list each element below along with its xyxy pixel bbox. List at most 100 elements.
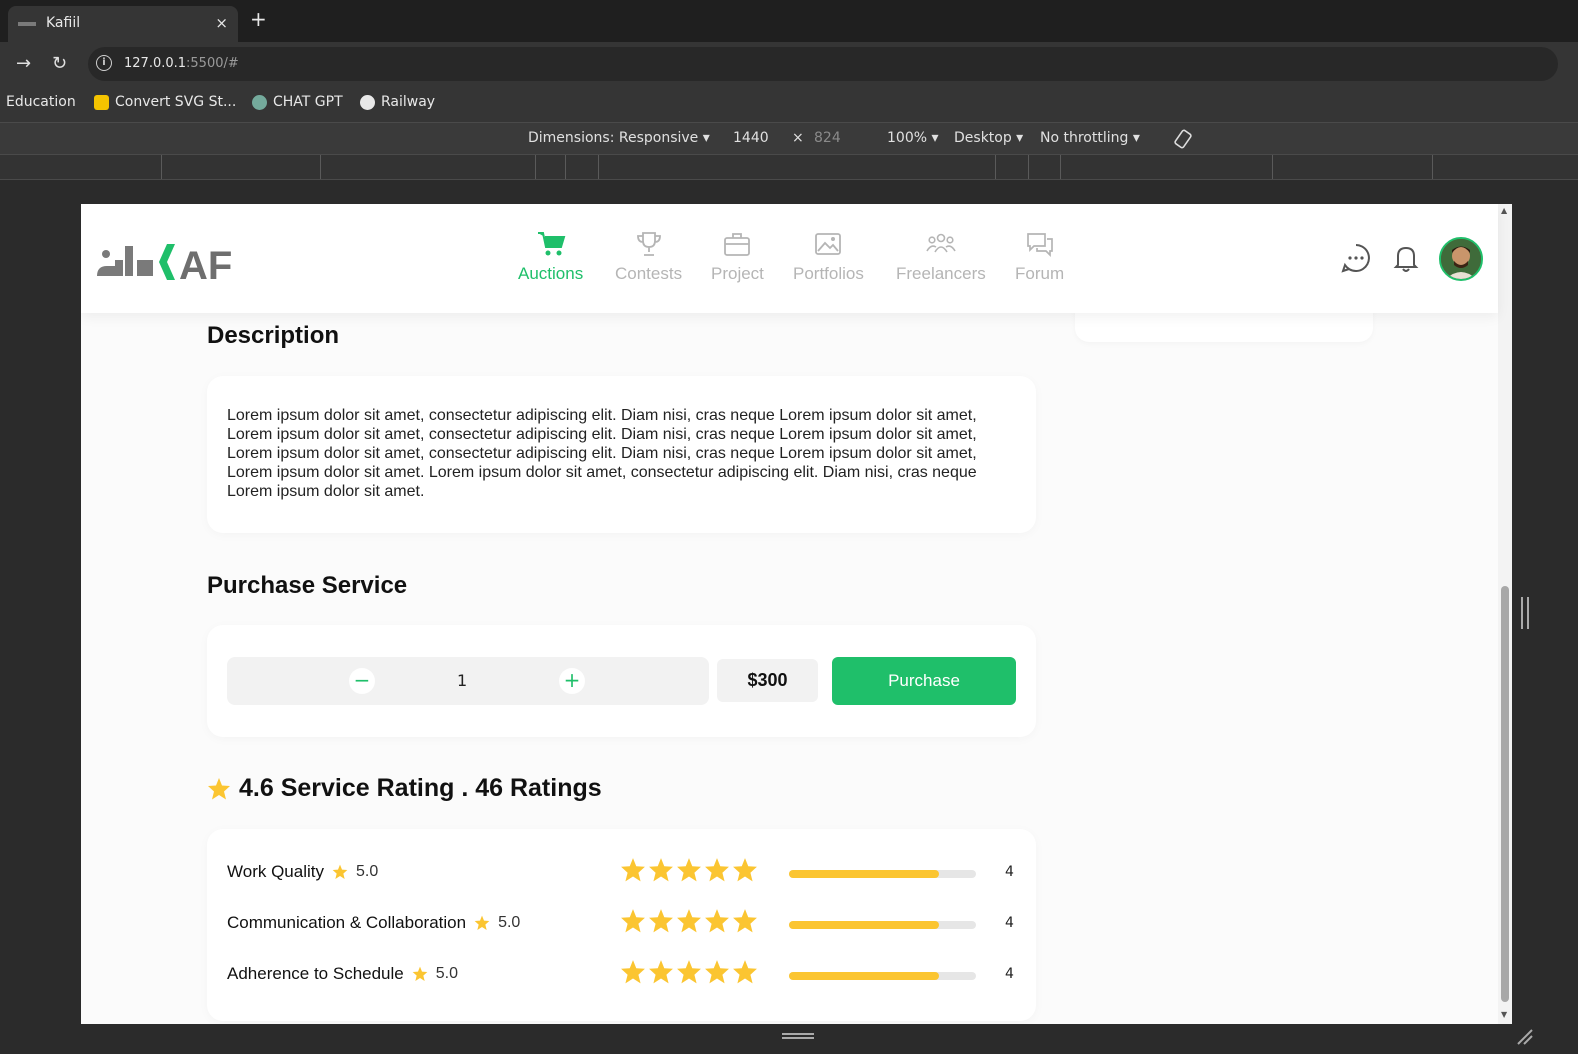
star-icon xyxy=(649,909,673,933)
device-select[interactable]: Desktop ▾ xyxy=(954,130,1023,146)
description-card: Lorem ipsum dolor sit amet, consectetur … xyxy=(207,376,1036,533)
image-icon xyxy=(815,233,842,255)
scroll-up-icon[interactable]: ▲ xyxy=(1501,206,1507,215)
page-viewport: AF Auctions Contests Project Portfolios … xyxy=(81,204,1512,1024)
rating-row: Adherence to Schedule 5.0 4 xyxy=(227,959,1017,989)
star-rating xyxy=(620,908,758,934)
resize-handle-bottom[interactable] xyxy=(782,1033,814,1039)
nav-auctions[interactable]: Auctions xyxy=(518,230,583,284)
media-query-ruler xyxy=(0,155,1578,180)
openai-icon xyxy=(252,94,267,110)
rating-category: Work Quality xyxy=(227,862,324,881)
nav-project[interactable]: Project xyxy=(711,230,764,284)
nav-contests[interactable]: Contests xyxy=(615,230,682,284)
star-icon xyxy=(332,864,348,879)
rating-summary: 4.6 Service Rating . 46 Ratings xyxy=(207,774,602,803)
rating-score: 5.0 xyxy=(435,965,458,982)
increment-button[interactable]: + xyxy=(559,668,585,694)
resize-corner-icon[interactable] xyxy=(1516,1028,1534,1046)
devtools-device-toolbar: Dimensions: Responsive ▾ 1440 × 824 100%… xyxy=(0,122,1578,155)
rotate-icon[interactable] xyxy=(1172,128,1194,150)
chat-icon[interactable] xyxy=(1340,242,1372,274)
star-icon xyxy=(677,858,701,882)
purchase-button[interactable]: Purchase xyxy=(832,657,1016,705)
rating-count: 4 xyxy=(1005,864,1014,880)
rating-row: Work Quality 5.0 4 xyxy=(227,857,1017,887)
new-tab-button[interactable]: + xyxy=(250,9,267,29)
forward-icon[interactable]: → xyxy=(16,53,31,74)
bookmark-convert-svg[interactable]: Convert SVG St... xyxy=(94,94,236,110)
star-icon xyxy=(621,858,645,882)
avatar[interactable] xyxy=(1439,237,1483,281)
dimensions-select[interactable]: Dimensions: Responsive ▾ xyxy=(528,130,710,146)
throttle-select[interactable]: No throttling ▾ xyxy=(1040,130,1140,146)
kaf-logo: AF xyxy=(97,244,232,284)
rating-bar-fill xyxy=(789,870,939,878)
nav-freelancers[interactable]: Freelancers xyxy=(896,230,986,284)
star-rating xyxy=(620,959,758,985)
nav-label: Contests xyxy=(615,264,683,283)
nav-forum[interactable]: Forum xyxy=(1015,230,1064,284)
nav-label: Freelancers xyxy=(896,264,986,283)
nav-label: Project xyxy=(711,264,764,283)
rating-score: 5.0 xyxy=(356,863,379,880)
nav-portfolios[interactable]: Portfolios xyxy=(793,230,864,284)
site-header: AF Auctions Contests Project Portfolios … xyxy=(81,204,1498,313)
star-icon xyxy=(733,858,757,882)
star-icon xyxy=(705,960,729,984)
devtools-bottom-strip xyxy=(0,1024,1578,1054)
address-bar[interactable]: i 127.0.0.1:5500/# xyxy=(88,47,1558,81)
favicon-icon xyxy=(18,22,36,26)
description-title: Description xyxy=(207,322,340,349)
nav-label: Auctions xyxy=(518,264,584,283)
bookmark-education[interactable]: Education xyxy=(6,94,76,110)
height-input[interactable]: 824 xyxy=(814,130,841,146)
user-photo-icon xyxy=(1441,239,1481,279)
scrollbar-thumb[interactable] xyxy=(1501,586,1509,1002)
bookmark-favicon-icon xyxy=(94,94,109,110)
star-icon xyxy=(621,909,645,933)
nav-label: Forum xyxy=(1015,264,1065,283)
site-info-icon[interactable]: i xyxy=(96,55,112,71)
reload-icon[interactable]: ↻ xyxy=(52,53,67,74)
trophy-icon xyxy=(636,232,661,256)
rating-row: Communication & Collaboration 5.0 4 xyxy=(227,908,1017,938)
star-icon xyxy=(649,960,673,984)
page-scrollbar[interactable]: ▲ ▼ xyxy=(1498,204,1512,1024)
tab-title: Kafiil xyxy=(46,15,81,31)
decrement-button[interactable]: − xyxy=(349,668,375,694)
url-text: 127.0.0.1:5500/# xyxy=(124,56,239,71)
nav-label: Portfolios xyxy=(793,264,864,283)
scroll-down-icon[interactable]: ▼ xyxy=(1501,1010,1507,1019)
purchase-card: − 1 + $300 Purchase xyxy=(207,625,1036,737)
star-icon xyxy=(208,777,230,799)
zoom-select[interactable]: 100% ▾ xyxy=(887,130,939,146)
bookmark-chat-gpt[interactable]: CHAT GPT xyxy=(252,94,343,110)
star-icon xyxy=(677,960,701,984)
forum-icon xyxy=(1026,233,1053,258)
users-icon xyxy=(926,233,956,253)
cart-icon xyxy=(537,232,565,256)
rating-score: 5.0 xyxy=(498,914,521,931)
railway-icon xyxy=(360,94,375,110)
rating-bar xyxy=(789,870,976,878)
width-input[interactable]: 1440 xyxy=(733,130,769,146)
rating-label: Work Quality 5.0 xyxy=(227,862,378,882)
browser-tab[interactable]: Kafiil × xyxy=(8,6,238,42)
bell-icon[interactable] xyxy=(1390,242,1422,274)
rating-bar xyxy=(789,921,976,929)
close-tab-icon[interactable]: × xyxy=(215,14,228,32)
star-icon xyxy=(733,960,757,984)
rating-count: 4 xyxy=(1005,966,1014,982)
resize-handle-right[interactable] xyxy=(1521,597,1529,629)
rating-count: 4 xyxy=(1005,915,1014,931)
bookmarks-bar: Education Convert SVG St... CHAT GPT Rai… xyxy=(0,86,1578,122)
quantity-value[interactable]: 1 xyxy=(457,671,467,690)
star-icon xyxy=(621,960,645,984)
rating-bar-fill xyxy=(789,972,939,980)
rating-category: Communication & Collaboration xyxy=(227,913,467,932)
bookmark-railway[interactable]: Railway xyxy=(360,94,435,110)
rating-bar xyxy=(789,972,976,980)
description-text: Lorem ipsum dolor sit amet, consectetur … xyxy=(227,407,977,500)
rating-summary-text: 4.6 Service Rating . 46 Ratings xyxy=(239,774,602,802)
